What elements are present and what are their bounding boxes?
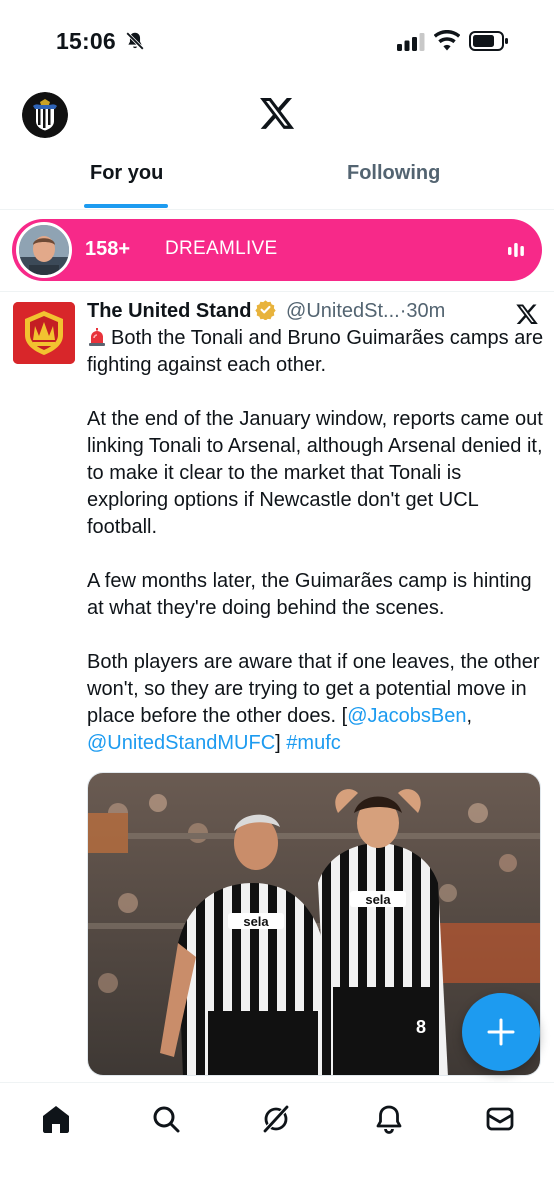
live-space-name: DREAMLIVE: [165, 238, 278, 259]
close-bracket: ]: [275, 732, 281, 754]
newcastle-crest-icon: [22, 92, 68, 138]
author-name[interactable]: The United Stand: [87, 300, 251, 322]
svg-text:sela: sela: [243, 914, 269, 929]
tweet-body: Both the Tonali and Bruno Guimarães camp…: [87, 325, 545, 757]
cellular-signal-icon: [397, 33, 425, 51]
tweet-header: The United Stand @UnitedSt...·30m: [87, 299, 527, 327]
tweet-text-line1: Both the Tonali and Bruno Guimarães camp…: [87, 327, 544, 376]
top-header: For you Following: [0, 80, 554, 208]
pill-divider: [0, 291, 554, 292]
mention-separator: ,: [466, 705, 473, 727]
active-tab-indicator: [84, 204, 168, 208]
bell-off-icon: [126, 32, 144, 50]
tab-for-you[interactable]: For you: [90, 162, 163, 185]
bottom-navigation: [0, 1082, 554, 1200]
live-host-avatar: [16, 222, 72, 278]
grok-icon[interactable]: [260, 1103, 292, 1135]
verified-badge-icon: [255, 300, 277, 320]
live-spaces-pill[interactable]: 158+ DREAMLIVE: [12, 219, 542, 281]
messages-icon[interactable]: [484, 1103, 516, 1135]
host-face-icon: [19, 225, 69, 275]
wifi-icon: [434, 30, 460, 51]
tweet-paragraph: Both the Tonali and Bruno Guimarães camp…: [87, 325, 545, 379]
live-listener-count: 158+: [85, 238, 131, 260]
mention-jacobsben[interactable]: @JacobsBen: [347, 705, 466, 727]
battery-icon: [469, 31, 508, 51]
search-icon[interactable]: [150, 1103, 182, 1135]
compose-button[interactable]: [462, 993, 540, 1071]
tweet-paragraph-3: A few months later, the Guimarães camp i…: [87, 570, 532, 619]
siren-emoji-icon: [89, 328, 105, 346]
home-icon[interactable]: [40, 1103, 72, 1135]
status-bar: 15:06: [0, 0, 554, 80]
author-avatar[interactable]: [13, 302, 75, 364]
author-handle[interactable]: @UnitedSt...: [286, 300, 400, 322]
svg-text:sela: sela: [365, 892, 391, 907]
mention-unitedstandmufc[interactable]: @UnitedStandMUFC: [87, 732, 275, 754]
header-divider: [0, 209, 554, 210]
status-time: 15:06: [56, 28, 116, 54]
tweet-paragraph-2: At the end of the January window, report…: [87, 408, 543, 538]
tweet-timestamp[interactable]: 30m: [406, 300, 445, 322]
audio-bars-icon: [508, 243, 524, 257]
profile-avatar[interactable]: [22, 92, 68, 138]
svg-text:8: 8: [416, 1017, 426, 1037]
tweet-x-icon[interactable]: [515, 302, 539, 326]
united-stand-logo-icon: [13, 302, 75, 364]
notifications-icon[interactable]: [373, 1103, 405, 1135]
x-logo-icon[interactable]: [258, 94, 296, 132]
tweet-paragraph-4: Both players are aware that if one leave…: [87, 649, 545, 757]
tab-following[interactable]: Following: [347, 162, 440, 185]
plus-icon: [487, 1018, 515, 1046]
hashtag-mufc[interactable]: #mufc: [286, 732, 340, 754]
